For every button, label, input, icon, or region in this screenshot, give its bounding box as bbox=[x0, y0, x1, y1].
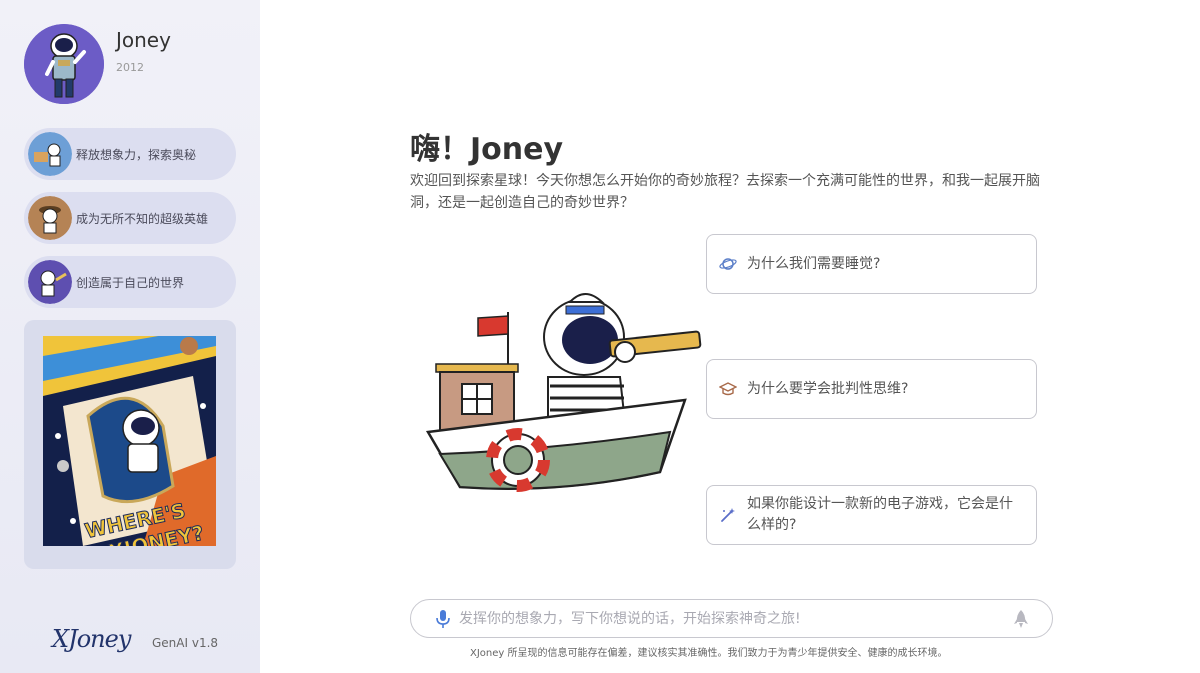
prompt-card-critical-thinking[interactable]: 为什么要学会批判性思维? bbox=[706, 359, 1037, 419]
astronaut-creator-thumb-icon bbox=[28, 260, 72, 304]
sidebar-item-create-world[interactable]: 创造属于自己的世界 bbox=[24, 256, 236, 308]
sidebar-item-label: 释放想象力，探索奥秘 bbox=[76, 147, 197, 162]
magic-wand-icon bbox=[721, 508, 735, 522]
prompt-card-video-game[interactable]: 如果你能设计一款新的电子游戏，它会是什么样的? bbox=[706, 485, 1037, 545]
sidebar-item-label: 成为无所不知的超级英雄 bbox=[76, 211, 209, 226]
disclaimer-text: XJoney 所呈现的信息可能存在偏差，建议核实其准确性。我们致力于为青少年提供… bbox=[470, 648, 948, 659]
user-name: Joney bbox=[116, 28, 171, 52]
sidebar-item-superhero[interactable]: 成为无所不知的超级英雄 bbox=[24, 192, 236, 244]
sidebar-item-imagination[interactable]: 释放想象力，探索奥秘 bbox=[24, 128, 236, 180]
chat-input-bar[interactable] bbox=[410, 599, 1053, 638]
planet-icon bbox=[719, 258, 737, 270]
user-year: 2012 bbox=[116, 61, 144, 74]
astronaut-painting-thumb-icon bbox=[28, 132, 72, 176]
astronaut-explorer-thumb-icon bbox=[28, 196, 72, 240]
chat-input[interactable] bbox=[459, 606, 999, 632]
sidebar-item-label: 创造属于自己的世界 bbox=[76, 275, 185, 290]
prompt-card-sleep[interactable]: 为什么我们需要睡觉? bbox=[706, 234, 1037, 294]
page-title: 嗨！Joney bbox=[410, 132, 564, 167]
user-profile[interactable]: Joney 2012 bbox=[24, 24, 244, 104]
avatar[interactable] bbox=[24, 24, 104, 104]
astronaut-avatar-icon bbox=[24, 24, 104, 104]
astronaut-boat-illustration bbox=[420, 282, 710, 502]
prompt-text: 为什么要学会批判性思维? bbox=[747, 380, 909, 397]
welcome-message: 欢迎回到探索星球！今天你想怎么开始你的奇妙旅程？去探索一个充满可能性的世界，和我… bbox=[410, 173, 1040, 211]
graduation-cap-icon bbox=[719, 382, 737, 396]
poster-card[interactable]: WHERE'S XJONEY? bbox=[24, 320, 236, 569]
prompt-text: 为什么我们需要睡觉? bbox=[747, 255, 881, 272]
prompt-text: 如果你能设计一款新的电子游戏，它会是什么样的? bbox=[747, 496, 1013, 533]
rocket-send-icon[interactable] bbox=[1013, 609, 1029, 629]
version-label: GenAI v1.8 bbox=[152, 636, 219, 650]
sidebar: Joney 2012 释放想象力，探索奥秘 成为无所不知的超级英雄 创造属于自己… bbox=[0, 0, 260, 673]
microphone-icon[interactable] bbox=[435, 609, 451, 629]
wheres-xjoney-poster: WHERE'S XJONEY? bbox=[43, 336, 216, 546]
brand-logo: XJoney bbox=[52, 625, 131, 653]
